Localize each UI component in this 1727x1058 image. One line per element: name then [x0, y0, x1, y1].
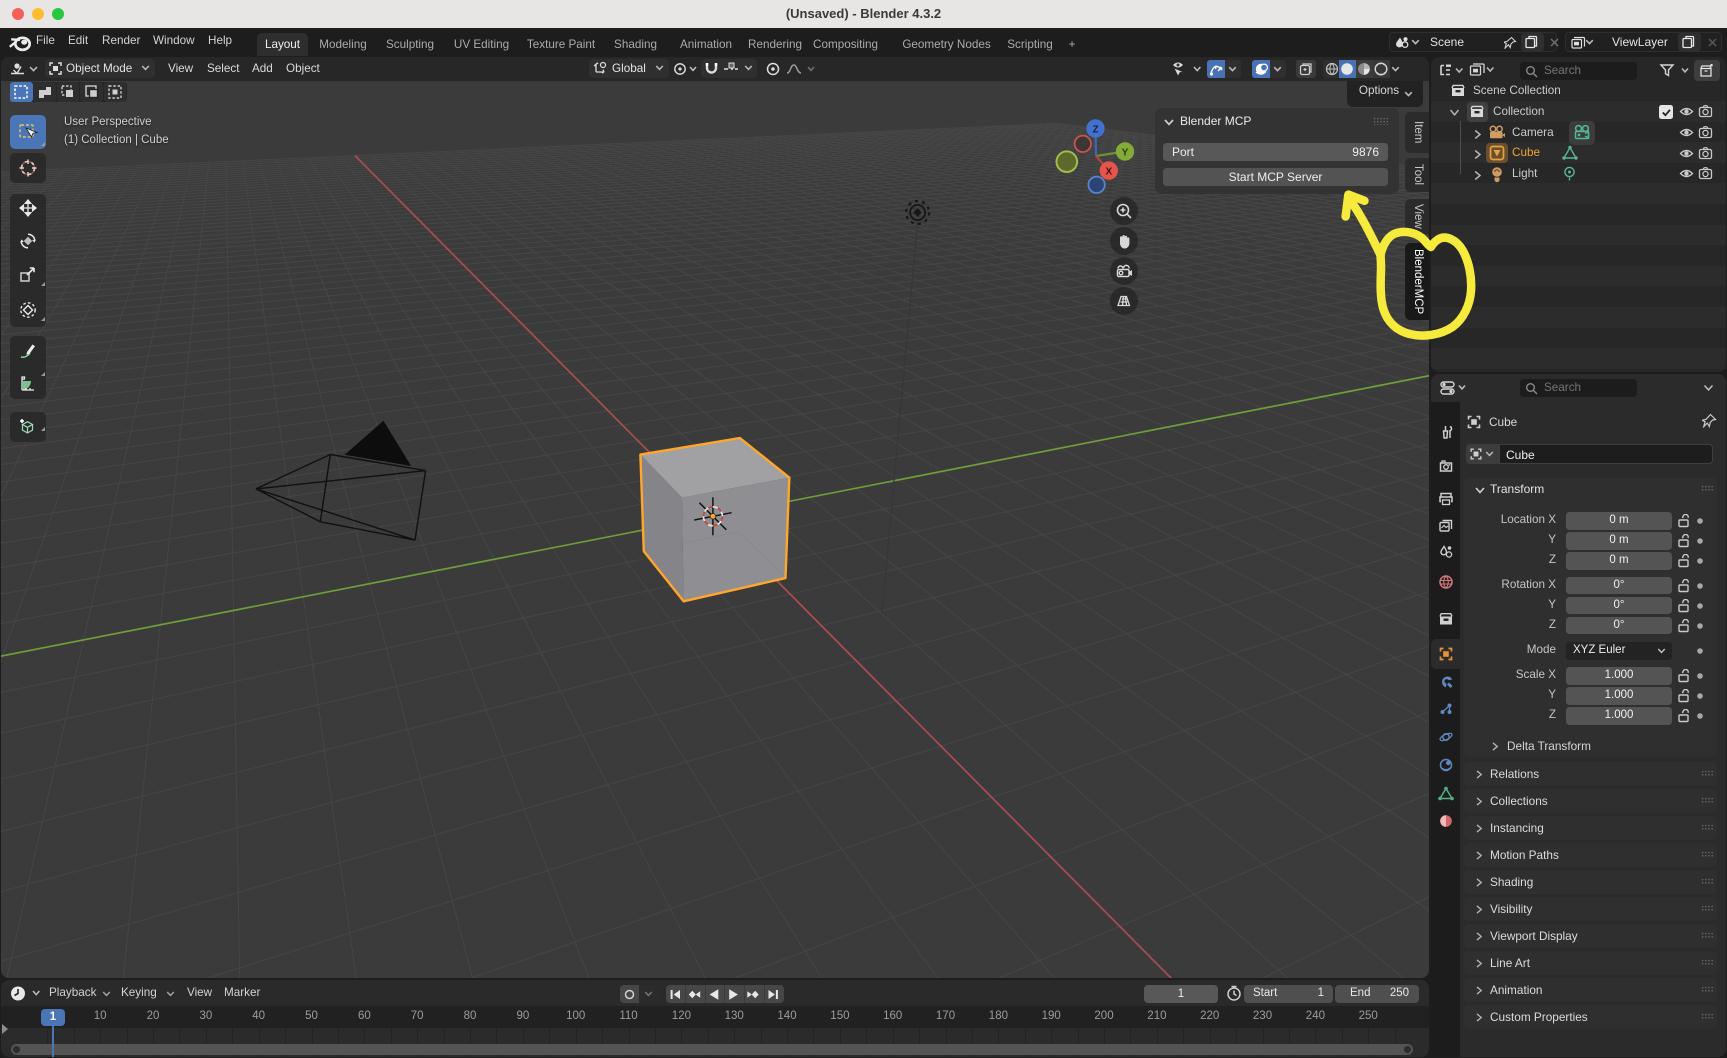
svg-text:Y: Y [1122, 148, 1129, 159]
svg-text:X: X [1105, 167, 1112, 178]
svg-text:Z: Z [1092, 125, 1098, 136]
